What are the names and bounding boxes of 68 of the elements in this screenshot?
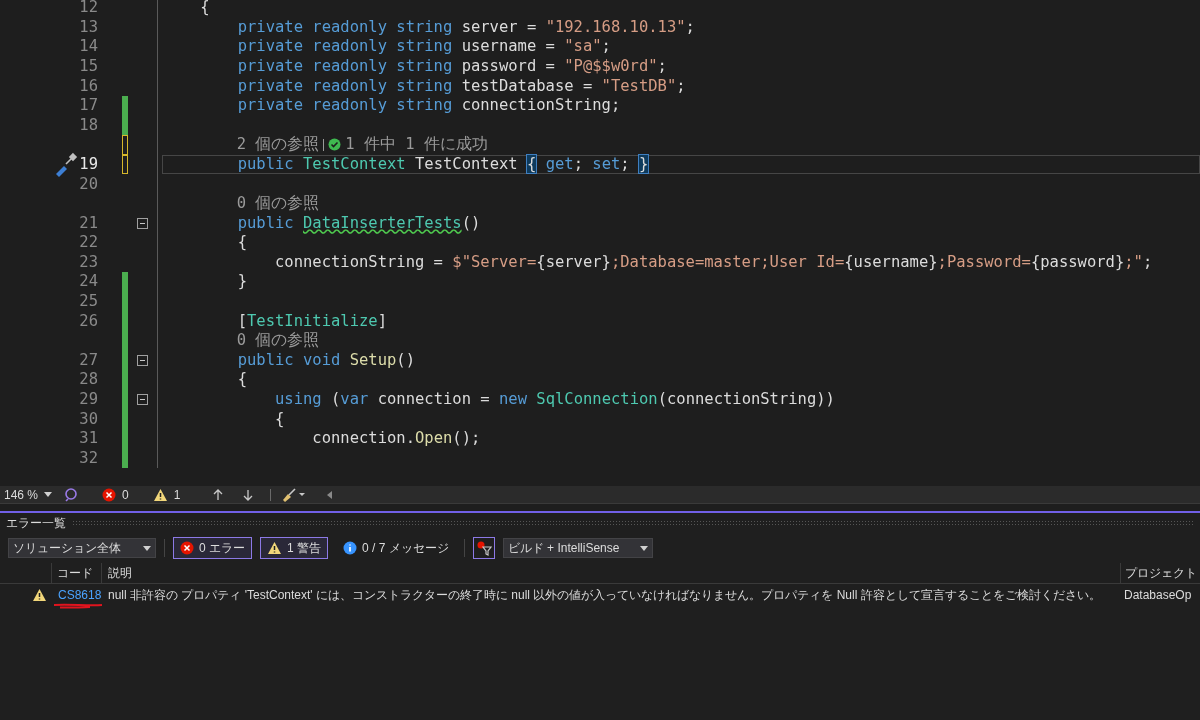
filter-toggle[interactable]: 1 警告: [260, 537, 329, 559]
caret-icon: [143, 545, 151, 551]
info-icon: [343, 541, 358, 555]
code-line: using (var connection = new SqlConnection(connectionString)): [275, 389, 835, 411]
code-line: private readonly string connectionString;: [237, 95, 621, 117]
filter-toggle[interactable]: 0 エラー: [173, 537, 252, 559]
code-line: {: [237, 232, 247, 254]
column-header[interactable]: 説明: [102, 563, 1120, 583]
collapse-icon[interactable]: [137, 355, 148, 366]
zoom-dropdown[interactable]: 146 %: [0, 485, 60, 504]
line-number: 30: [79, 408, 98, 430]
filter-icon: [475, 540, 492, 556]
line-number: 22: [79, 232, 98, 254]
check-icon: [328, 138, 342, 152]
line-number: 27: [79, 349, 98, 371]
up-arrow-icon[interactable]: [212, 488, 225, 501]
warning-icon: [32, 588, 47, 602]
line-number: 31: [79, 428, 98, 450]
warning-icon: [267, 541, 282, 555]
collapse-icon[interactable]: [137, 217, 148, 229]
line-number: 20: [79, 173, 98, 195]
error-icon: [180, 541, 194, 555]
line-number: 24: [79, 271, 98, 293]
brush-icon[interactable]: [281, 487, 308, 502]
line-number: 21: [79, 212, 98, 234]
code-line: connection.Open();: [312, 428, 481, 450]
code-line: private readonly string username = "sa";: [237, 36, 611, 58]
line-number: 17: [79, 95, 98, 117]
code-line: {: [275, 408, 285, 430]
caret-icon: [44, 492, 53, 497]
code-line: [TestInitialize]: [237, 310, 387, 332]
code-line: private readonly string testDatabase = "TestDB";: [237, 75, 686, 97]
error-count[interactable]: 0: [102, 485, 129, 504]
collapse-icon[interactable]: [137, 394, 148, 406]
line-number: 23: [79, 251, 98, 273]
down-arrow-icon[interactable]: [242, 488, 255, 501]
code-line: {: [200, 0, 210, 19]
scope-dropdown[interactable]: ソリューション全体: [8, 538, 156, 558]
filter-button[interactable]: [472, 537, 495, 559]
warning-count[interactable]: 1: [152, 485, 181, 504]
line-number: 18: [79, 114, 98, 136]
source-dropdown[interactable]: ビルド + IntelliSense: [502, 538, 653, 558]
code-line: }: [237, 271, 247, 293]
code-line: connectionString = $"Server={server};Database=master;User Id={username};Password={password};";: [275, 251, 1153, 273]
line-number: 32: [79, 447, 98, 469]
error-icon: [102, 487, 116, 502]
line-number: 15: [79, 55, 98, 77]
line-number: 16: [79, 75, 98, 97]
line-number: 14: [79, 36, 98, 58]
warning-icon: [152, 487, 168, 502]
line-number: 25: [79, 291, 98, 313]
line-number: 28: [79, 369, 98, 391]
code-line: private readonly string password = "P@$$w0rd";: [237, 55, 667, 77]
project-cell-text: DatabaseOp: [1123, 587, 1193, 604]
filter-toggle[interactable]: 0 / 7 メッセージ: [336, 537, 456, 559]
line-number: 13: [79, 16, 98, 38]
line-number: 26: [79, 310, 98, 332]
column-header[interactable]: プロジェクト: [1120, 563, 1200, 583]
line-number: 29: [79, 389, 98, 411]
column-header[interactable]: コード: [52, 563, 102, 583]
code-line: private readonly string server = "192.168.10.13";: [237, 16, 695, 38]
line-number: 19: [79, 153, 98, 175]
error-description: null 非許容の プロパティ 'TestContext' には、コンストラクターの終了時に null 以外の値が入っていなければなりません。プロパティを Null 許容として宣言することをご検討ください。: [108, 588, 1101, 602]
line-number: 12: [79, 0, 98, 19]
panel-title: エラー一覧: [6, 515, 66, 532]
code-line: {: [237, 369, 247, 391]
error-code-link[interactable]: CS8618: [58, 588, 102, 602]
caret-icon: [639, 545, 648, 551]
